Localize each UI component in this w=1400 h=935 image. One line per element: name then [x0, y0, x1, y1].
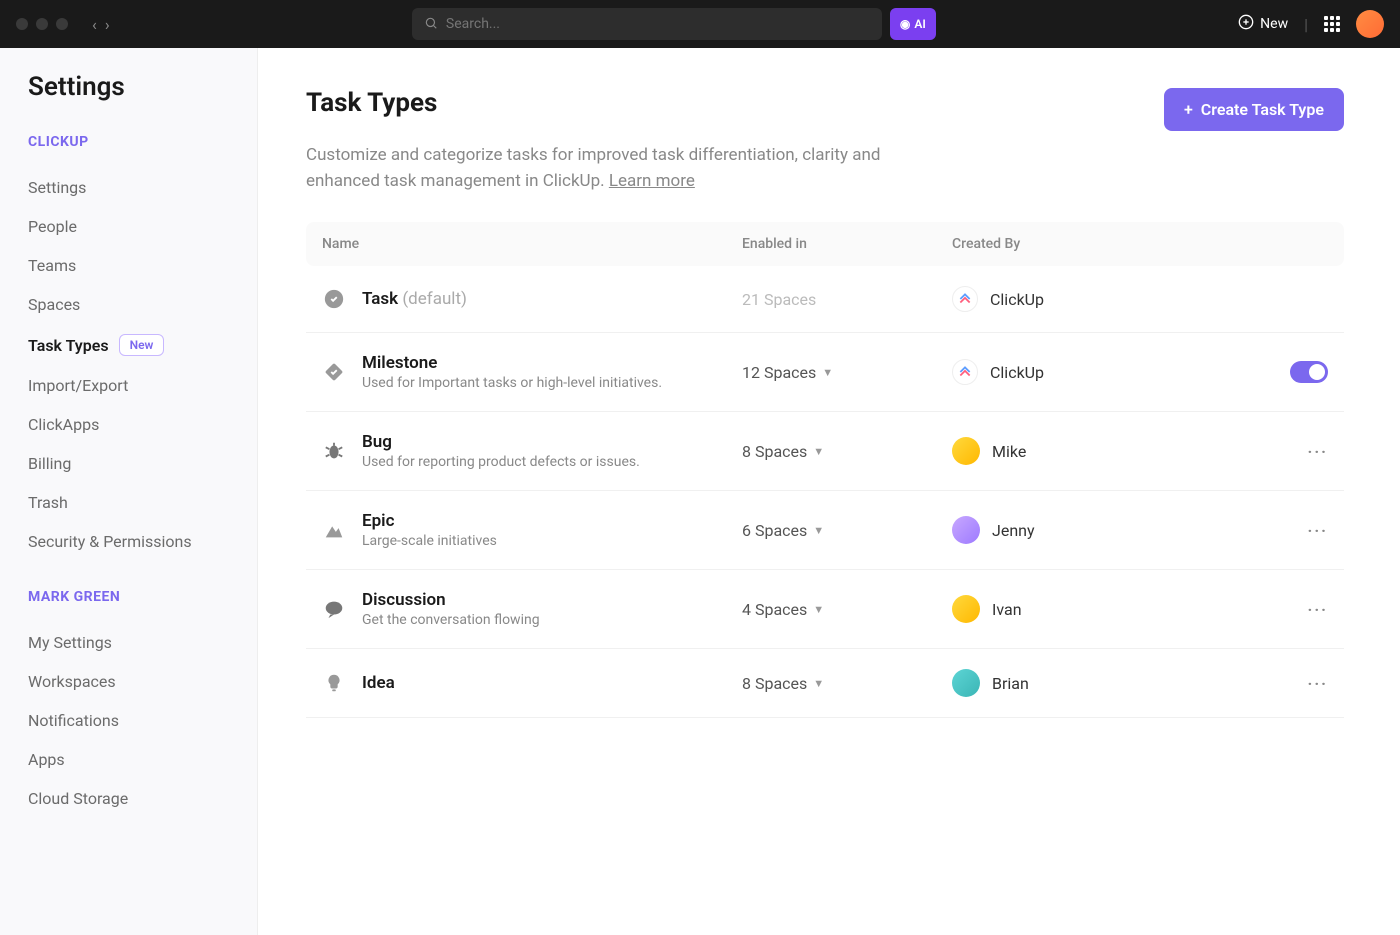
task-type-icon — [322, 671, 346, 695]
sidebar-item-people[interactable]: People — [28, 207, 229, 246]
creator-cell: ClickUp — [952, 286, 1248, 312]
task-type-icon — [322, 518, 346, 542]
enable-toggle[interactable] — [1290, 361, 1328, 383]
chevron-down-icon: ▼ — [813, 677, 824, 690]
user-avatar[interactable] — [1356, 10, 1384, 38]
task-type-icon — [322, 439, 346, 463]
table-row[interactable]: EpicLarge-scale initiatives6 Spaces ▼Jen… — [306, 491, 1344, 570]
col-name: Name — [322, 236, 742, 252]
sidebar-item-settings[interactable]: Settings — [28, 168, 229, 207]
search-input[interactable] — [446, 16, 870, 32]
more-menu[interactable]: ··· — [1308, 442, 1328, 461]
sidebar-title: Settings — [28, 72, 229, 102]
new-button[interactable]: New — [1238, 14, 1288, 34]
sidebar-item-clickapps[interactable]: ClickApps — [28, 405, 229, 444]
creator-cell: Jenny — [952, 516, 1248, 544]
col-enabled: Enabled in — [742, 236, 952, 252]
sidebar-item-import-export[interactable]: Import/Export — [28, 366, 229, 405]
sidebar-item-my-settings[interactable]: My Settings — [28, 623, 229, 662]
table-row[interactable]: Idea8 Spaces ▼Brian··· — [306, 649, 1344, 718]
sidebar-item-apps[interactable]: Apps — [28, 740, 229, 779]
more-menu[interactable]: ··· — [1308, 521, 1328, 540]
search-bar[interactable] — [412, 8, 882, 40]
more-menu[interactable]: ··· — [1308, 600, 1328, 619]
sidebar-section-user: MARK GREEN — [28, 589, 229, 605]
table-header: Name Enabled in Created By — [306, 222, 1344, 266]
nav-arrows: ‹ › — [92, 15, 110, 34]
sidebar-section-clickup: CLICKUP — [28, 134, 229, 150]
main-content: Task Types + Create Task Type Customize … — [258, 48, 1400, 935]
page-title: Task Types — [306, 88, 437, 118]
sidebar-item-workspaces[interactable]: Workspaces — [28, 662, 229, 701]
creator-avatar — [952, 669, 980, 697]
clickup-logo-icon — [952, 286, 978, 312]
create-btn-label: Create Task Type — [1201, 100, 1324, 119]
table-row[interactable]: DiscussionGet the conversation flowing4 … — [306, 570, 1344, 649]
chevron-down-icon: ▼ — [822, 366, 833, 379]
window-controls — [16, 18, 68, 30]
table-row[interactable]: MilestoneUsed for Important tasks or hig… — [306, 333, 1344, 412]
enabled-in-cell: 21 Spaces — [742, 290, 952, 309]
clickup-logo-icon — [952, 359, 978, 385]
creator-cell: Brian — [952, 669, 1248, 697]
sidebar-item-spaces[interactable]: Spaces — [28, 285, 229, 324]
page-subtitle: Customize and categorize tasks for impro… — [306, 143, 946, 194]
ai-label: AI — [914, 17, 925, 31]
create-task-type-button[interactable]: + Create Task Type — [1164, 88, 1344, 131]
creator-cell: Ivan — [952, 595, 1248, 623]
creator-cell: Mike — [952, 437, 1248, 465]
creator-avatar — [952, 437, 980, 465]
chevron-down-icon: ▼ — [813, 603, 824, 616]
col-created: Created By — [952, 236, 1248, 252]
plus-icon — [1238, 14, 1254, 34]
creator-avatar — [952, 595, 980, 623]
ai-button[interactable]: ◉ AI — [890, 8, 936, 40]
sidebar: Settings CLICKUP Settings People Teams S… — [0, 48, 258, 935]
enabled-in-cell[interactable]: 8 Spaces ▼ — [742, 442, 952, 461]
enabled-in-cell[interactable]: 8 Spaces ▼ — [742, 674, 952, 693]
forward-button[interactable]: › — [105, 15, 110, 34]
enabled-in-cell[interactable]: 4 Spaces ▼ — [742, 600, 952, 619]
sidebar-item-task-types[interactable]: Task Types New — [28, 324, 229, 366]
new-badge: New — [119, 334, 165, 356]
more-menu[interactable]: ··· — [1308, 674, 1328, 693]
task-type-icon — [322, 287, 346, 311]
sidebar-item-security[interactable]: Security & Permissions — [28, 522, 229, 561]
sidebar-item-billing[interactable]: Billing — [28, 444, 229, 483]
apps-icon[interactable] — [1324, 16, 1340, 32]
table-row[interactable]: BugUsed for reporting product defects or… — [306, 412, 1344, 491]
sparkle-icon: ◉ — [900, 17, 910, 31]
sidebar-item-trash[interactable]: Trash — [28, 483, 229, 522]
creator-cell: ClickUp — [952, 359, 1248, 385]
creator-avatar — [952, 516, 980, 544]
sidebar-item-cloud-storage[interactable]: Cloud Storage — [28, 779, 229, 818]
new-label: New — [1260, 16, 1288, 32]
table-row[interactable]: Task (default)21 Spaces ClickUp — [306, 266, 1344, 333]
enabled-in-cell[interactable]: 6 Spaces ▼ — [742, 521, 952, 540]
task-type-icon — [322, 597, 346, 621]
topbar: ‹ › ◉ AI New | — [0, 0, 1400, 48]
task-type-icon — [322, 360, 346, 384]
search-icon — [424, 15, 438, 34]
chevron-down-icon: ▼ — [813, 445, 824, 458]
enabled-in-cell[interactable]: 12 Spaces ▼ — [742, 363, 952, 382]
chevron-down-icon: ▼ — [813, 524, 824, 537]
plus-icon: + — [1184, 100, 1193, 119]
learn-more-link[interactable]: Learn more — [609, 171, 695, 191]
task-types-table: Name Enabled in Created By Task (default… — [306, 222, 1344, 718]
back-button[interactable]: ‹ — [92, 15, 97, 34]
sidebar-item-teams[interactable]: Teams — [28, 246, 229, 285]
sidebar-item-notifications[interactable]: Notifications — [28, 701, 229, 740]
